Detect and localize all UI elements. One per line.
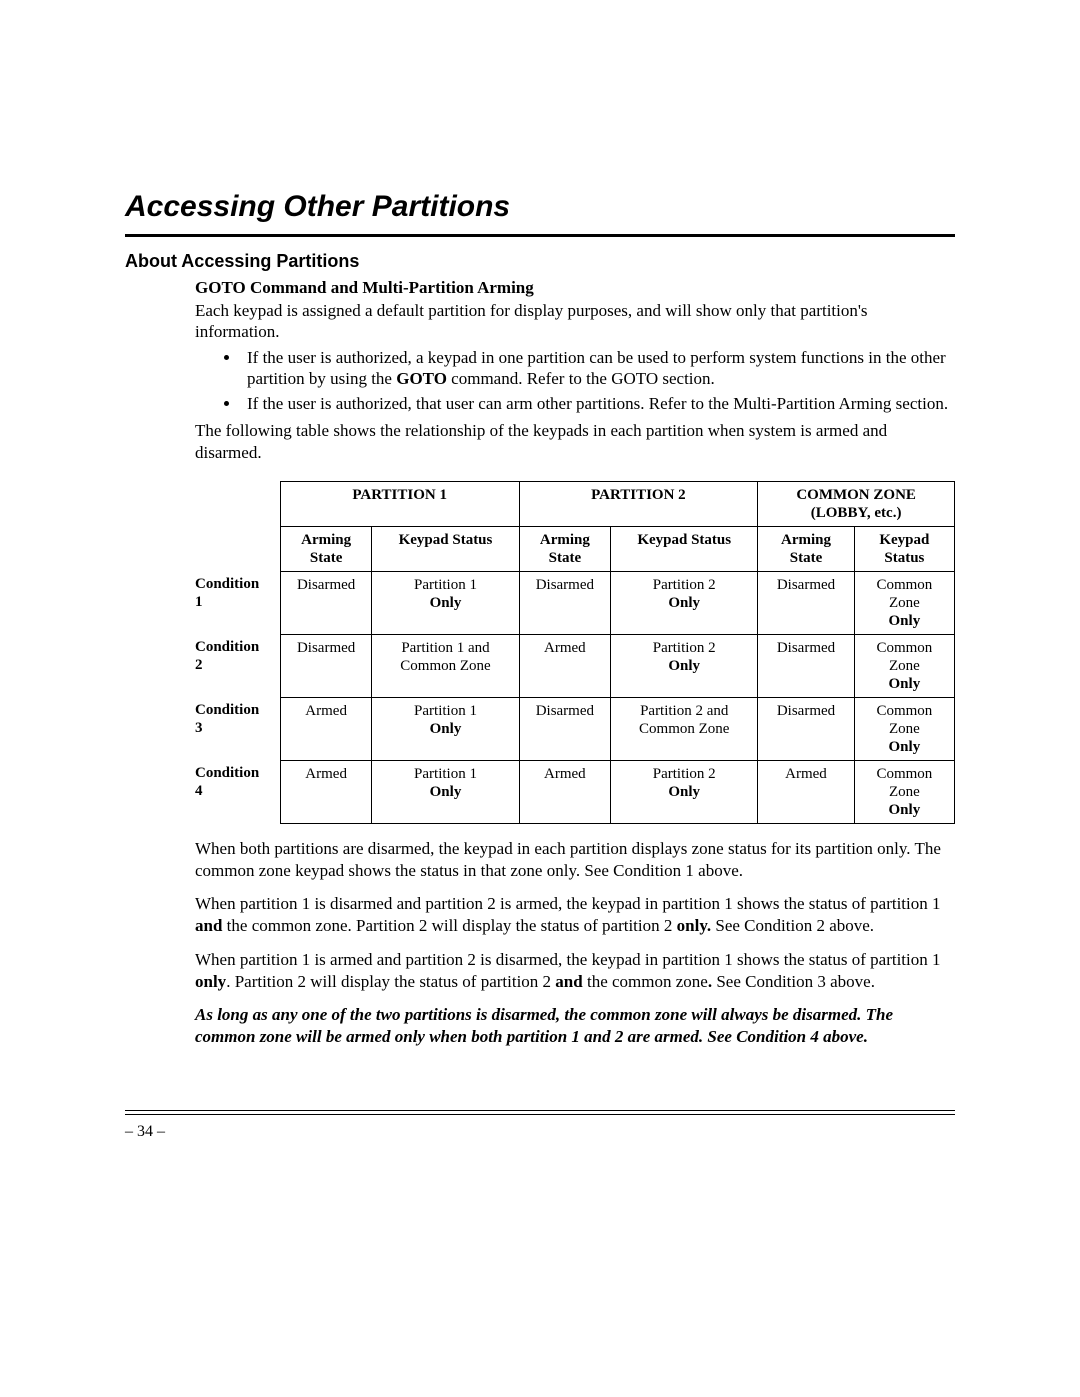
para-condition2: When partition 1 is disarmed and partiti… bbox=[195, 893, 955, 937]
table-cell: Disarmed bbox=[280, 634, 372, 697]
row-label: Condition 4 bbox=[195, 760, 280, 823]
page-title: Accessing Other Partitions bbox=[125, 190, 955, 224]
bullet-list: If the user is authorized, a keypad in o… bbox=[195, 347, 955, 415]
body-column: GOTO Command and Multi-Partition Arming … bbox=[195, 278, 955, 1048]
table-cell: Disarmed bbox=[519, 571, 611, 634]
table-cell: Common ZoneOnly bbox=[854, 697, 954, 760]
sub-header: Keypad Status bbox=[611, 526, 758, 571]
table-intro: The following table shows the relationsh… bbox=[195, 420, 955, 463]
table-row: Condition 3ArmedPartition 1OnlyDisarmedP… bbox=[195, 697, 955, 760]
text: command. Refer to the GOTO section. bbox=[447, 369, 715, 388]
table-cell: Partition 2Only bbox=[611, 760, 758, 823]
explanation-block: When both partitions are disarmed, the k… bbox=[195, 838, 955, 1048]
group-header: COMMON ZONE (LOBBY, etc.) bbox=[758, 481, 955, 526]
bullet-item: If the user is authorized, that user can… bbox=[241, 393, 955, 414]
sub-header: Arming State bbox=[758, 526, 854, 571]
group-header: PARTITION 2 bbox=[519, 481, 758, 526]
footer-rule bbox=[125, 1110, 955, 1115]
table-cell: Partition 1Only bbox=[372, 571, 519, 634]
sub-header: Arming State bbox=[280, 526, 372, 571]
goto-keyword: GOTO bbox=[396, 369, 447, 388]
table-cell: Partition 2 and Common Zone bbox=[611, 697, 758, 760]
section-heading: About Accessing Partitions bbox=[125, 251, 955, 272]
blank-corner bbox=[195, 481, 280, 526]
sub-header: Keypad Status bbox=[854, 526, 954, 571]
table-cell: Common ZoneOnly bbox=[854, 634, 954, 697]
intro-paragraph: Each keypad is assigned a default partit… bbox=[195, 300, 955, 343]
table-cell: Partition 2Only bbox=[611, 634, 758, 697]
bullet-item: If the user is authorized, a keypad in o… bbox=[241, 347, 955, 390]
table-row: Condition 4ArmedPartition 1OnlyArmedPart… bbox=[195, 760, 955, 823]
sub-header: Arming State bbox=[519, 526, 611, 571]
table-row: Condition 2DisarmedPartition 1 and Commo… bbox=[195, 634, 955, 697]
table-header-row: PARTITION 1 PARTITION 2 COMMON ZONE (LOB… bbox=[195, 481, 955, 526]
table-cell: Disarmed bbox=[519, 697, 611, 760]
table-row: Condition 1DisarmedPartition 1OnlyDisarm… bbox=[195, 571, 955, 634]
table-cell: Disarmed bbox=[758, 634, 854, 697]
table-subheader-row: Arming State Keypad Status Arming State … bbox=[195, 526, 955, 571]
table-cell: Partition 1Only bbox=[372, 697, 519, 760]
para-condition1: When both partitions are disarmed, the k… bbox=[195, 838, 955, 882]
para-condition4: As long as any one of the two partitions… bbox=[195, 1004, 955, 1048]
group-header: PARTITION 1 bbox=[280, 481, 519, 526]
blank-corner bbox=[195, 526, 280, 571]
conditions-table-wrap: PARTITION 1 PARTITION 2 COMMON ZONE (LOB… bbox=[195, 481, 955, 824]
title-rule bbox=[125, 234, 955, 237]
row-label: Condition 3 bbox=[195, 697, 280, 760]
row-label: Condition 2 bbox=[195, 634, 280, 697]
table-cell: Armed bbox=[519, 634, 611, 697]
table-cell: Partition 1Only bbox=[372, 760, 519, 823]
page-number: – 34 – bbox=[125, 1123, 165, 1141]
table-cell: Armed bbox=[280, 760, 372, 823]
para-condition3: When partition 1 is armed and partition … bbox=[195, 949, 955, 993]
table-cell: Common ZoneOnly bbox=[854, 760, 954, 823]
table-cell: Common ZoneOnly bbox=[854, 571, 954, 634]
sub-heading: GOTO Command and Multi-Partition Arming bbox=[195, 278, 955, 298]
table-cell: Armed bbox=[519, 760, 611, 823]
table-cell: Partition 2Only bbox=[611, 571, 758, 634]
table-cell: Armed bbox=[280, 697, 372, 760]
table-cell: Armed bbox=[758, 760, 854, 823]
table-cell: Disarmed bbox=[280, 571, 372, 634]
table-cell: Partition 1 and Common Zone bbox=[372, 634, 519, 697]
row-label: Condition 1 bbox=[195, 571, 280, 634]
table-cell: Disarmed bbox=[758, 571, 854, 634]
table-cell: Disarmed bbox=[758, 697, 854, 760]
sub-header: Keypad Status bbox=[372, 526, 519, 571]
page: Accessing Other Partitions About Accessi… bbox=[0, 0, 1080, 1397]
conditions-table: PARTITION 1 PARTITION 2 COMMON ZONE (LOB… bbox=[195, 481, 955, 824]
